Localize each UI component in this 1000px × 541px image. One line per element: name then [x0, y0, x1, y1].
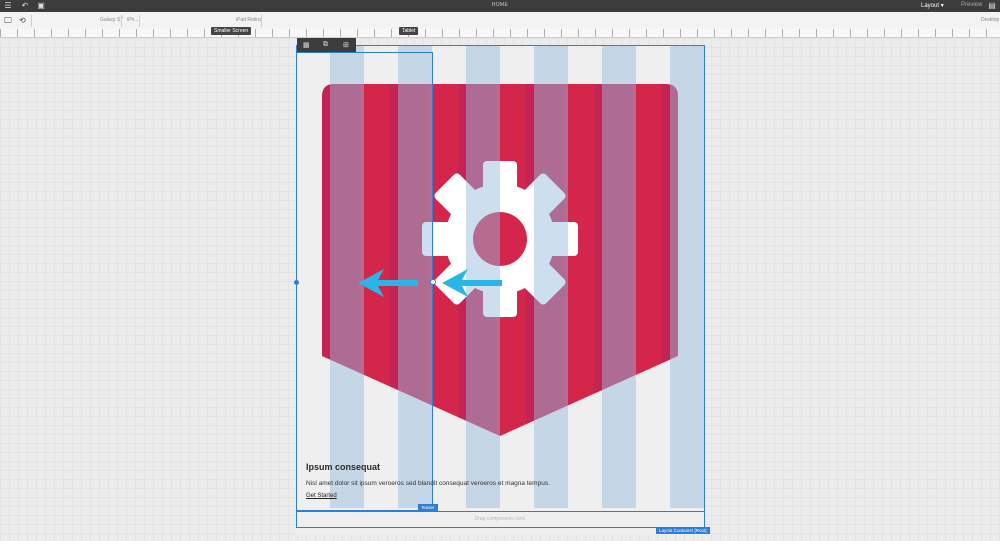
- resize-arrows: [358, 269, 502, 297]
- layout-container-tag[interactable]: Layout Container [Root]: [656, 527, 710, 534]
- emulator-bar: 🖵 ⟲ Galaxy S7 iPh... iPad Retina Desktop: [0, 12, 1000, 30]
- mode-selector[interactable]: Layout ▾: [921, 2, 944, 9]
- group-icon[interactable]: ⊞: [343, 41, 349, 49]
- rotate-device-icon[interactable]: ⟲: [19, 16, 26, 25]
- layout-icon[interactable]: ▦: [303, 41, 310, 49]
- separator: [121, 15, 122, 27]
- preview-button[interactable]: Preview: [961, 2, 982, 8]
- component-toolbar: ▦ ⧉ ⊞: [297, 38, 356, 52]
- arrow-left-icon: [358, 269, 418, 297]
- device-icon[interactable]: 🖵: [4, 16, 12, 26]
- page-title: HOME: [491, 2, 509, 8]
- device-ipad[interactable]: iPad Retina: [236, 17, 262, 23]
- device-iphone[interactable]: iPh...: [127, 17, 138, 23]
- separator: [139, 15, 140, 27]
- device-desktop[interactable]: Desktop: [981, 17, 999, 23]
- chevron-down-icon: ▾: [940, 3, 944, 9]
- teaser-title: Ipsum consequat: [306, 462, 381, 472]
- separator: [261, 15, 262, 27]
- top-bar: ☰ ↶ ▣ HOME Layout ▾ Preview ▤: [0, 0, 1000, 12]
- mode-label: Layout: [921, 3, 940, 9]
- get-started-link[interactable]: Get Started: [306, 493, 337, 499]
- width-ruler[interactable]: [0, 29, 1000, 38]
- teaser-description: Nisl amet dolor sit ipsum veroeros sed b…: [306, 480, 550, 487]
- teaser-tag[interactable]: Teaser: [418, 504, 438, 511]
- breakpoint-tablet[interactable]: Tablet: [399, 27, 419, 35]
- resize-handle-left[interactable]: [294, 280, 299, 285]
- breakpoint-smaller-screen[interactable]: Smaller Screen: [211, 27, 252, 35]
- arrow-left-icon: [442, 269, 502, 297]
- device-galaxy[interactable]: Galaxy S7: [100, 17, 123, 23]
- properties-icon[interactable]: ▤: [988, 2, 996, 10]
- drag-components-placeholder[interactable]: Drag components here: [296, 511, 704, 527]
- parent-icon[interactable]: ⧉: [323, 41, 328, 49]
- separator: [31, 15, 32, 27]
